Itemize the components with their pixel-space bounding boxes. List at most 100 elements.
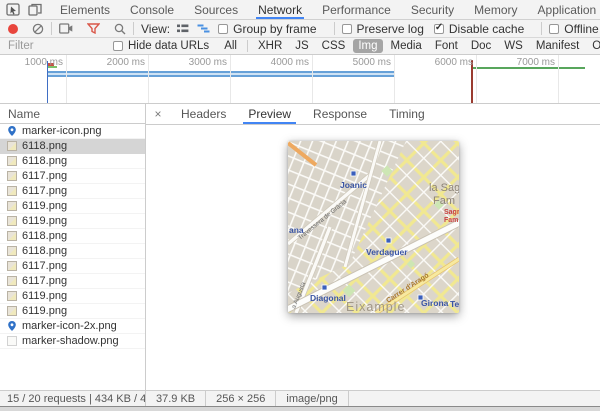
resource-type-filter-js[interactable]: JS xyxy=(290,39,313,53)
image-thumbnail-icon xyxy=(7,216,17,226)
resource-type-filter-other[interactable]: Other xyxy=(587,39,600,53)
tab-elements[interactable]: Elements xyxy=(50,0,120,19)
request-name: 6119.png xyxy=(22,200,68,212)
mime-type: image/png xyxy=(276,391,349,406)
request-name: 6117.png xyxy=(22,260,68,272)
request-row[interactable]: 6119.png xyxy=(0,214,145,229)
request-row[interactable]: 6117.png xyxy=(0,184,145,199)
request-name: 6117.png xyxy=(22,185,68,197)
detail-tab-response[interactable]: Response xyxy=(302,104,378,124)
search-icon[interactable] xyxy=(114,23,126,35)
request-row[interactable]: 6118.png xyxy=(0,244,145,259)
devtools-window: Elements Console Sources Network Performance… xyxy=(0,0,600,411)
detail-tabbar: × Headers Preview Response Timing xyxy=(146,104,600,125)
resource-type-filter-xhr[interactable]: XHR xyxy=(253,39,287,53)
tab-application[interactable]: Application xyxy=(528,0,600,19)
marker-pin-icon xyxy=(8,321,16,331)
tab-memory[interactable]: Memory xyxy=(464,0,527,19)
close-detail-icon[interactable]: × xyxy=(146,104,170,124)
request-row[interactable]: 6117.png xyxy=(0,274,145,289)
request-name: 6118.png xyxy=(22,230,68,242)
map-label: Joanic xyxy=(340,180,367,190)
request-row[interactable]: 6119.png xyxy=(0,289,145,304)
timeline-tick-label: 1000 ms xyxy=(24,57,63,68)
detail-tab-timing[interactable]: Timing xyxy=(378,104,436,124)
image-thumbnail-icon xyxy=(7,306,17,316)
image-thumbnail-icon xyxy=(7,276,17,286)
map-tile-image: Joanic Verdaguer Diagonal Girona Tet ana… xyxy=(287,141,459,313)
request-name: 6118.png xyxy=(22,155,68,167)
resource-type-filter-manifest[interactable]: Manifest xyxy=(531,39,584,53)
request-name: 6117.png xyxy=(22,170,68,182)
tab-security[interactable]: Security xyxy=(401,0,464,19)
preserve-log-checkbox[interactable] xyxy=(341,23,352,34)
inspect-element-icon[interactable] xyxy=(6,3,20,16)
tab-console[interactable]: Console xyxy=(120,0,184,19)
request-row[interactable]: 6118.png xyxy=(0,229,145,244)
metro-icon xyxy=(385,237,391,244)
timeline-tick-label: 5000 ms xyxy=(352,57,391,68)
request-row[interactable]: 6117.png xyxy=(0,169,145,184)
resource-type-filter-doc[interactable]: Doc xyxy=(466,39,496,53)
offline-label[interactable]: Offline xyxy=(564,22,598,36)
resource-type-filter-all[interactable]: All xyxy=(219,39,242,53)
request-row[interactable]: 6118.png xyxy=(0,154,145,169)
timeline-tick-label: 7000 ms xyxy=(516,57,555,68)
group-by-frame-label[interactable]: Group by frame xyxy=(233,22,316,36)
preserve-log-label[interactable]: Preserve log xyxy=(357,22,424,36)
detail-tab-headers[interactable]: Headers xyxy=(170,104,237,124)
divider xyxy=(51,22,52,35)
name-column-header[interactable]: Name xyxy=(0,104,145,124)
group-by-frame-checkbox[interactable] xyxy=(218,23,229,34)
network-overview-timeline[interactable]: 1000 ms 2000 ms 3000 ms 4000 ms 5000 ms 6000 … xyxy=(0,55,600,104)
show-overview-icon[interactable] xyxy=(197,23,210,34)
map-label: Fam xyxy=(444,217,458,224)
request-name: marker-shadow.png xyxy=(22,335,119,347)
image-thumbnail-icon xyxy=(7,201,17,211)
timeline-gridline xyxy=(394,55,395,103)
request-name: 6119.png xyxy=(22,215,68,227)
resource-type-filter-font[interactable]: Font xyxy=(430,39,463,53)
filter-icon[interactable] xyxy=(87,23,100,34)
request-row[interactable]: 6117.png xyxy=(0,259,145,274)
tab-performance[interactable]: Performance xyxy=(312,0,401,19)
image-dimensions: 256 × 256 xyxy=(206,391,277,406)
tab-sources[interactable]: Sources xyxy=(184,0,248,19)
resource-type-filter-css[interactable]: CSS xyxy=(317,39,351,53)
resource-type-filter-media[interactable]: Media xyxy=(386,39,427,53)
preview-panel: Joanic Verdaguer Diagonal Girona Tet ana… xyxy=(146,125,600,390)
status-bar: 15 / 20 requests | 434 KB / 478 KB ... 3… xyxy=(0,390,600,406)
request-row[interactable]: 6119.png xyxy=(0,304,145,319)
image-thumbnail-icon xyxy=(7,261,17,271)
resource-type-filter-ws[interactable]: WS xyxy=(499,39,528,53)
record-network-log-icon[interactable] xyxy=(8,23,18,34)
offline-checkbox[interactable] xyxy=(549,23,560,34)
hide-data-urls-label[interactable]: Hide data URLs xyxy=(128,40,209,52)
disable-cache-label[interactable]: Disable cache xyxy=(449,22,524,36)
clear-network-log-icon[interactable] xyxy=(32,23,44,35)
request-row[interactable]: 6118.png xyxy=(0,139,145,154)
timeline-gridline xyxy=(312,55,313,103)
request-name: marker-icon.png xyxy=(22,125,102,137)
timeline-gridline xyxy=(230,55,231,103)
resource-type-filter-img[interactable]: Img xyxy=(353,39,383,53)
large-request-rows-icon[interactable] xyxy=(176,23,189,34)
capture-screenshots-icon[interactable] xyxy=(59,23,73,34)
detail-tab-preview[interactable]: Preview xyxy=(237,104,302,124)
tab-network[interactable]: Network xyxy=(248,0,312,19)
request-row[interactable]: marker-icon-2x.png xyxy=(0,319,145,334)
request-row[interactable]: marker-icon.png xyxy=(0,124,145,139)
image-preview: Joanic Verdaguer Diagonal Girona Tet ana… xyxy=(287,141,459,313)
filter-input[interactable] xyxy=(8,40,113,52)
view-label: View: xyxy=(141,21,171,36)
device-toolbar-icon[interactable] xyxy=(28,3,42,16)
disable-cache-checkbox[interactable] xyxy=(433,22,444,34)
timeline-gridline xyxy=(66,55,67,103)
request-row[interactable]: 6119.png xyxy=(0,199,145,214)
window-bottom-edge xyxy=(0,406,600,411)
hide-data-urls-checkbox[interactable] xyxy=(113,41,123,51)
request-name: 6118.png xyxy=(22,140,68,152)
divider xyxy=(541,22,543,35)
request-row[interactable]: marker-shadow.png xyxy=(0,334,145,349)
request-name: marker-icon-2x.png xyxy=(22,320,117,332)
